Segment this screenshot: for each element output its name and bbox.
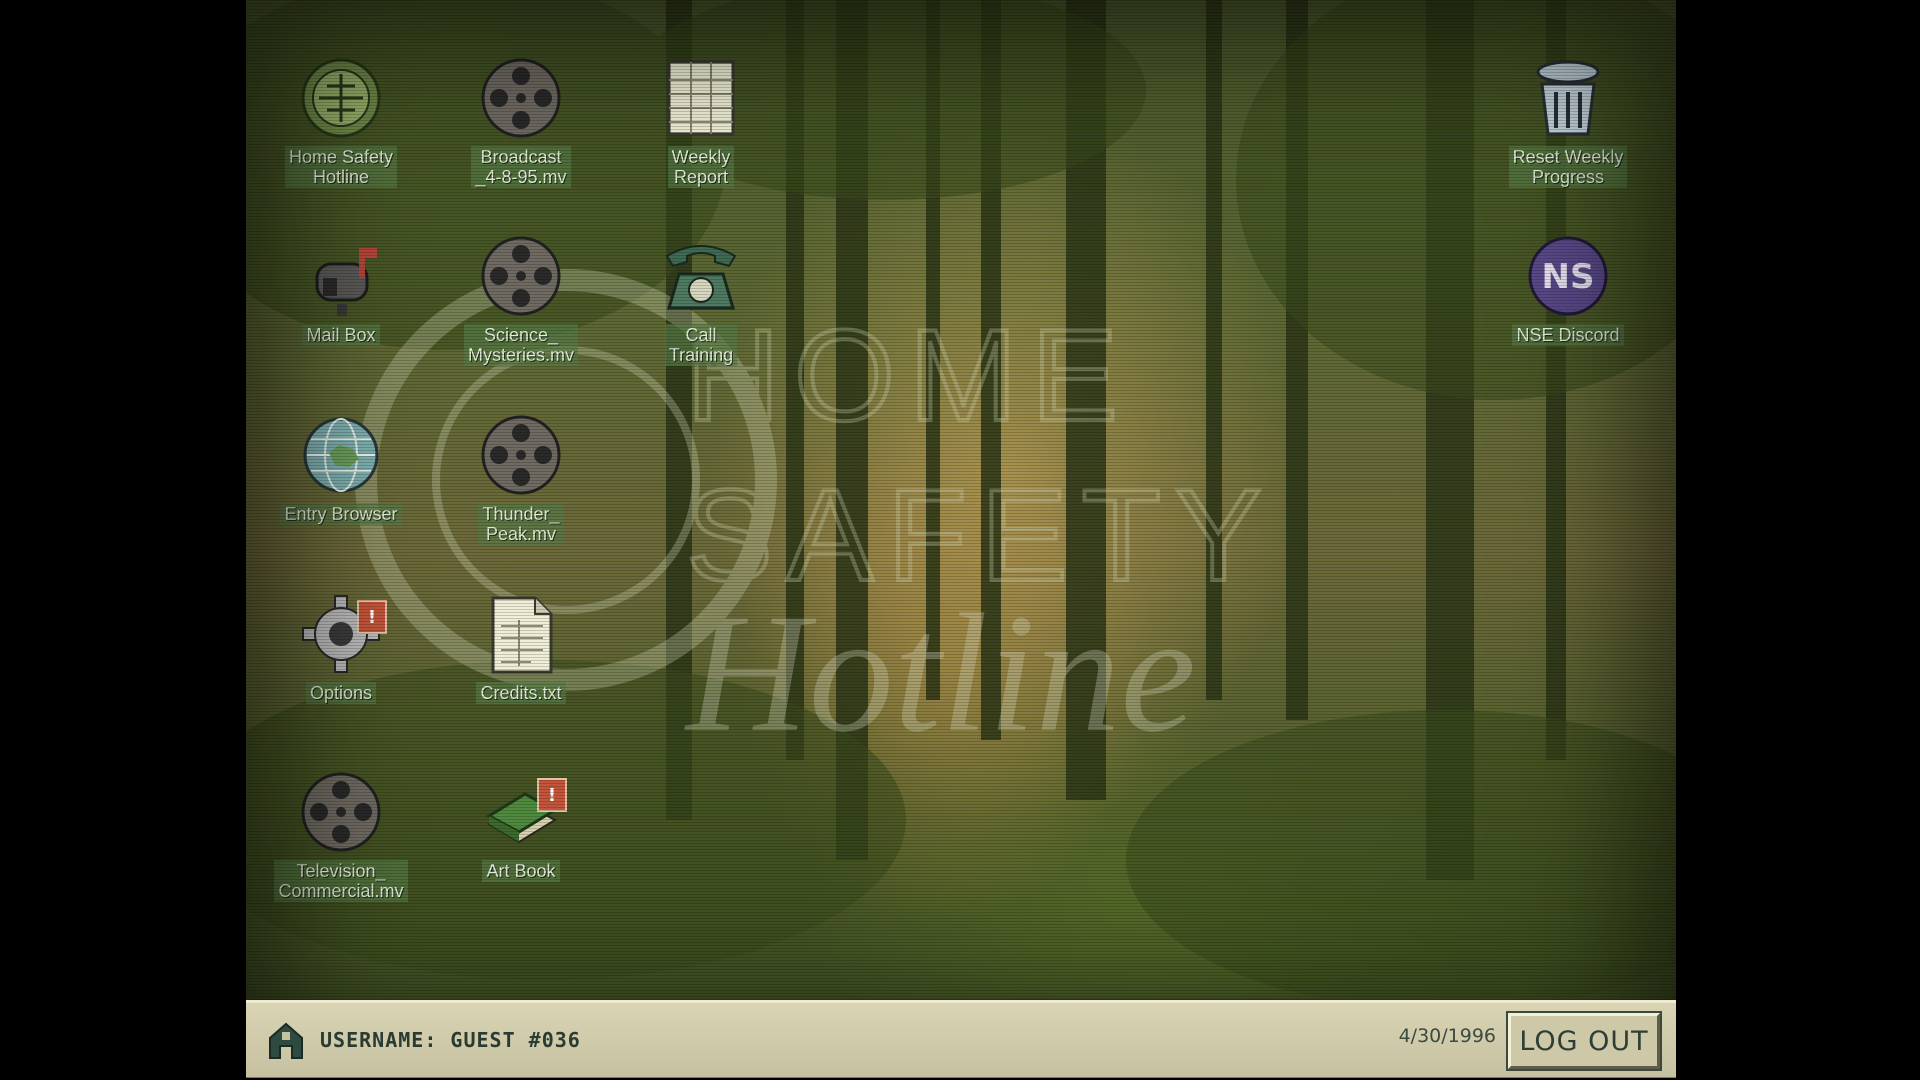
icon-label: Art Book <box>482 860 560 882</box>
icon-label: Entry Browser <box>280 503 402 525</box>
watermark-hotline-text: Hotline <box>684 579 1196 767</box>
date-display: 4/30/1996 <box>1398 1025 1496 1047</box>
weekly-report-icon-item[interactable]: Weekly Report <box>626 56 776 188</box>
icon-label: Reset Weekly Progress <box>1508 146 1628 188</box>
film-reel-icon <box>299 770 383 854</box>
taskbar: USERNAME: GUEST #036 4/30/1996 LOG OUT <box>246 1000 1676 1078</box>
nse-discord-icon-item[interactable]: NS NSE Discord <box>1493 234 1643 346</box>
icon-label: Television_ Commercial.mv <box>274 860 408 902</box>
film-reel-icon <box>479 234 563 318</box>
icon-label: Home Safety Hotline <box>284 146 398 188</box>
trash-can-icon <box>1526 56 1610 140</box>
home-logo-icon <box>264 1018 308 1062</box>
art-book-icon-item[interactable]: ! Art Book <box>446 770 596 882</box>
globe-emblem-icon <box>299 56 383 140</box>
icon-label: Credits.txt <box>476 682 566 704</box>
text-file-icon <box>479 592 563 676</box>
broadcast-icon-item[interactable]: Broadcast _4-8-95.mv <box>446 56 596 188</box>
svg-text:NS: NS <box>1542 257 1595 297</box>
call-training-icon-item[interactable]: Call Training <box>626 234 776 366</box>
film-reel-icon <box>479 56 563 140</box>
nse-logo-icon: NS <box>1526 234 1610 318</box>
notification-badge: ! <box>537 778 567 812</box>
globe-icon <box>299 413 383 497</box>
credits-txt-icon-item[interactable]: Credits.txt <box>446 592 596 704</box>
icon-label: Weekly Report <box>667 146 735 188</box>
thunder-peak-icon-item[interactable]: Thunder_ Peak.mv <box>446 413 596 545</box>
book-icon: ! <box>479 770 567 854</box>
log-out-button[interactable]: LOG OUT <box>1508 1013 1660 1069</box>
telephone-icon <box>659 234 743 318</box>
gear-icon: ! <box>299 592 387 676</box>
icon-label: Call Training <box>664 324 738 366</box>
icon-label: Mail Box <box>302 324 380 346</box>
home-safety-hotline-icon-item[interactable]: Home Safety Hotline <box>266 56 416 188</box>
options-icon-item[interactable]: ! Options <box>266 592 416 704</box>
mailbox-icon <box>299 234 383 318</box>
desktop-screen: HOME SAFETY Hotline Home Safety Hotline <box>246 0 1676 1078</box>
reset-weekly-progress-icon-item[interactable]: Reset Weekly Progress <box>1493 56 1643 188</box>
icon-label: Options <box>305 682 377 704</box>
spreadsheet-icon <box>659 56 743 140</box>
icon-label: Broadcast _4-8-95.mv <box>471 146 571 188</box>
icon-label: Science_ Mysteries.mv <box>463 324 578 366</box>
film-reel-icon <box>479 413 563 497</box>
username-label: USERNAME: GUEST #036 <box>320 1028 581 1052</box>
mail-box-icon-item[interactable]: Mail Box <box>266 234 416 346</box>
icon-label: Thunder_ Peak.mv <box>478 503 564 545</box>
science-mysteries-icon-item[interactable]: Science_ Mysteries.mv <box>446 234 596 366</box>
television-commercial-icon-item[interactable]: Television_ Commercial.mv <box>266 770 416 902</box>
entry-browser-icon-item[interactable]: Entry Browser <box>266 413 416 525</box>
notification-badge: ! <box>357 600 387 634</box>
icon-label: NSE Discord <box>1512 324 1624 346</box>
